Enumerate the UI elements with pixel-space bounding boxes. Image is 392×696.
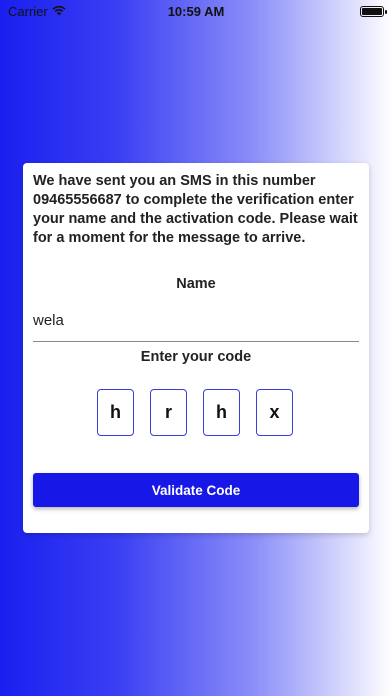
status-bar: Carrier 10:59 AM: [0, 0, 392, 22]
validate-code-button[interactable]: Validate Code: [33, 473, 359, 507]
code-digit-2[interactable]: r: [150, 389, 187, 436]
name-label: Name: [176, 276, 216, 292]
verification-card: We have sent you an SMS in this number 0…: [23, 163, 369, 533]
code-digit-3[interactable]: h: [203, 389, 240, 436]
battery-icon: [360, 5, 387, 17]
code-digit-1[interactable]: h: [97, 389, 134, 436]
code-input-row: h r h x: [33, 389, 359, 436]
code-label: Enter your code: [140, 349, 252, 365]
name-input[interactable]: wela: [33, 312, 359, 342]
code-digit-4[interactable]: x: [256, 389, 293, 436]
clock: 10:59 AM: [167, 3, 225, 19]
instruction-text: We have sent you an SMS in this number 0…: [33, 173, 358, 246]
